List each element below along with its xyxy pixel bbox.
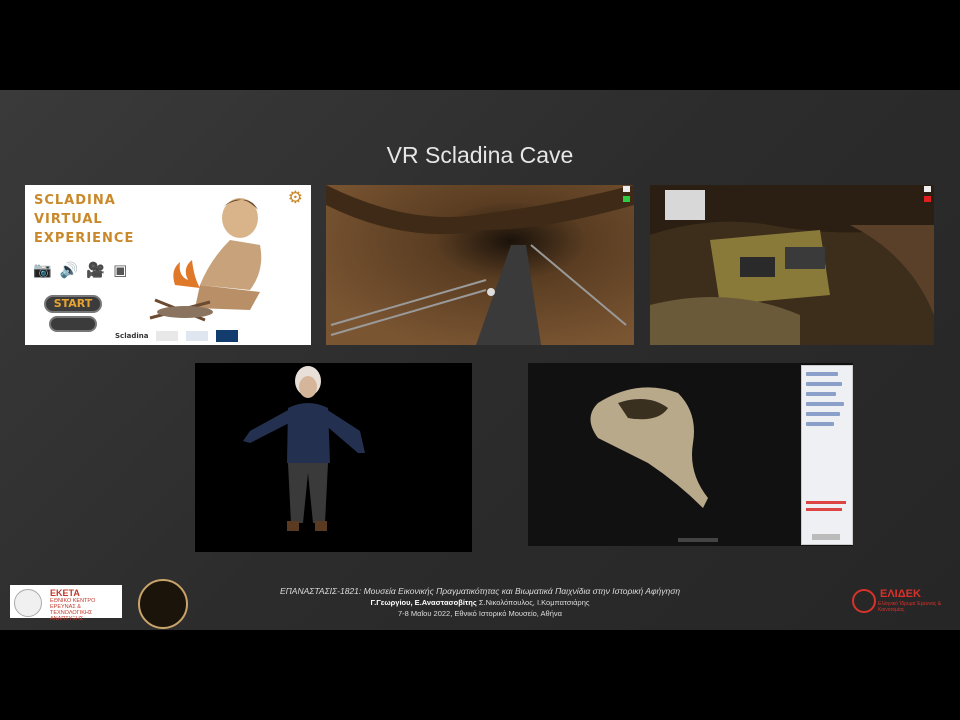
cave-excavation-screenshot [650,185,934,345]
menu-icon-row: 📷 🔊 🎥 ▣ [33,261,127,279]
footer-line-2: Γ.Γεωργίου, Ε.Αναστασοβίτης Σ.Νικολόπουλ… [0,597,960,608]
cube-3d-icon[interactable]: ▣ [113,261,127,279]
artifact-viewer-screenshot [528,363,853,546]
info-highlight [806,508,842,511]
partner-logo [186,331,209,341]
video-camera-icon[interactable]: 🎥 [86,261,105,279]
close-icon[interactable] [924,186,931,192]
status-indicator-green [623,196,630,202]
menu-title-line-1: Scladina [34,193,116,208]
excavation-scene [650,185,934,345]
menu-title-line-3: experience [34,231,135,246]
menu-title-line-2: virtual [34,212,103,227]
scladina-logo: Scladina [115,332,149,340]
info-highlight [806,501,846,504]
info-text-block [802,372,852,426]
status-indicator-red [924,196,931,202]
footer-authors-rest: Σ.Νικολόπουλος, Ι.Κομπατσιάρης [476,598,590,607]
menu-screenshot: Scladina virtual experience ⚙ 📷 🔊 🎥 ▣ ST… [25,185,311,345]
secondary-button[interactable] [49,316,97,332]
avatar-screenshot [195,363,472,552]
old-man-avatar [243,366,365,531]
elidek-subtitle: Ελληνικό Ίδρυμα Έρευνας & Καινοτομίας [878,601,942,613]
camera-icon[interactable]: 📷 [33,261,52,279]
elidek-logo: ΕΛΙΔΕΚ Ελληνικό Ίδρυμα Έρευνας & Καινοτο… [848,586,948,620]
footer-credits: ΕΠΑΝΑΣΤΑΣΙΣ-1821: Μουσεία Εικονικής Πραγ… [0,586,960,619]
cave-tunnel-screenshot [326,185,634,345]
bone-fragment-3d [590,387,718,542]
elidek-emblem-icon [852,589,876,613]
artifact-info-panel [801,365,853,545]
child-fire-illustration [149,198,262,322]
partner-logo [156,331,179,341]
footer-line-1: ΕΠΑΝΑΣΤΑΣΙΣ-1821: Μουσεία Εικονικής Πραγ… [279,586,681,596]
footer-line-3: 7-8 Μαΐου 2022, Εθνικό Ιστορικό Μουσείο,… [398,609,562,618]
partner-logos: Scladina [115,330,239,342]
slide: VR Scladina Cave Scladina virtual experi… [0,90,960,630]
close-icon[interactable] [623,186,630,192]
slide-title: VR Scladina Cave [386,142,574,168]
elidek-name: ΕΛΙΔΕΚ [880,588,921,600]
cave-tunnel-scene [326,185,634,345]
speaker-icon[interactable]: 🔊 [60,261,79,279]
footer-authors-bold: Γ.Γεωργίου, Ε.Αναστασοβίτης [370,598,477,607]
info-panel-button[interactable] [812,534,840,540]
partner-logo [216,330,239,342]
start-button[interactable]: START [44,295,102,313]
